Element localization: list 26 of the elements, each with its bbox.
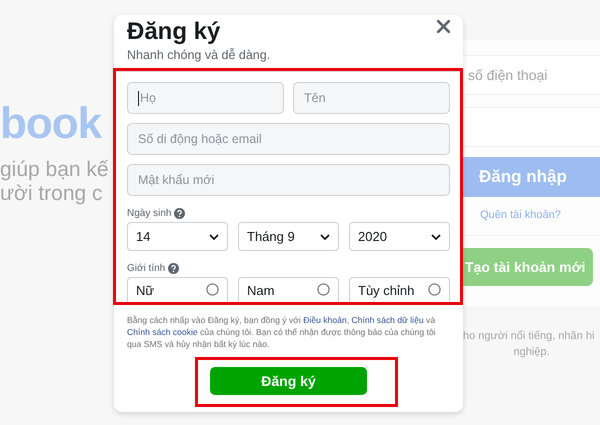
terms-link[interactable]: Chính sách cookie: [127, 327, 198, 337]
help-icon[interactable]: [168, 263, 180, 274]
gender-option[interactable]: Nam: [238, 277, 339, 304]
terms-link[interactable]: Điều khoản: [303, 315, 347, 325]
tagline-text: giúp bạn kế: [0, 158, 110, 182]
footer-text: ho người nổi tiếng, nhãn hi: [463, 329, 596, 344]
dialog-subtitle: Nhanh chóng và dễ dàng.: [127, 47, 272, 64]
logo-text: book: [0, 100, 103, 148]
close-icon[interactable]: [437, 20, 450, 33]
birthday-select[interactable]: 2020: [349, 222, 450, 251]
footer-text: nghiệp.: [512, 345, 551, 360]
terms-link[interactable]: Chính sách dữ liệu: [351, 315, 424, 325]
chevron-icon: [431, 234, 441, 240]
gender-option[interactable]: Nữ: [127, 277, 228, 304]
birthday-select[interactable]: 14: [127, 222, 228, 251]
gender-label: Giới tính: [127, 263, 166, 274]
help-icon[interactable]: [174, 208, 186, 219]
birthday-select[interactable]: Tháng 9: [238, 222, 339, 251]
password-field[interactable]: [463, 107, 600, 147]
chevron-icon: [209, 234, 219, 240]
birthday-label: Ngày sinh: [127, 208, 172, 219]
terms-text: Bằng cách nhấp vào Đăng ký, bạn đồng ý với Điều khoản, Chính sách dữ liệu và Chính sách cookie của chúng tôi. Bạn có thể nhận được thông báo của chúng tôi qua SMS và hủy nhận bất kỳ lúc nào.: [127, 314, 437, 350]
gender-option[interactable]: Tùy chỉnh: [349, 277, 450, 304]
chevron-icon: [320, 234, 330, 240]
dialog-title: Đăng ký: [127, 17, 220, 47]
tagline-text: ười trong c: [0, 182, 104, 206]
